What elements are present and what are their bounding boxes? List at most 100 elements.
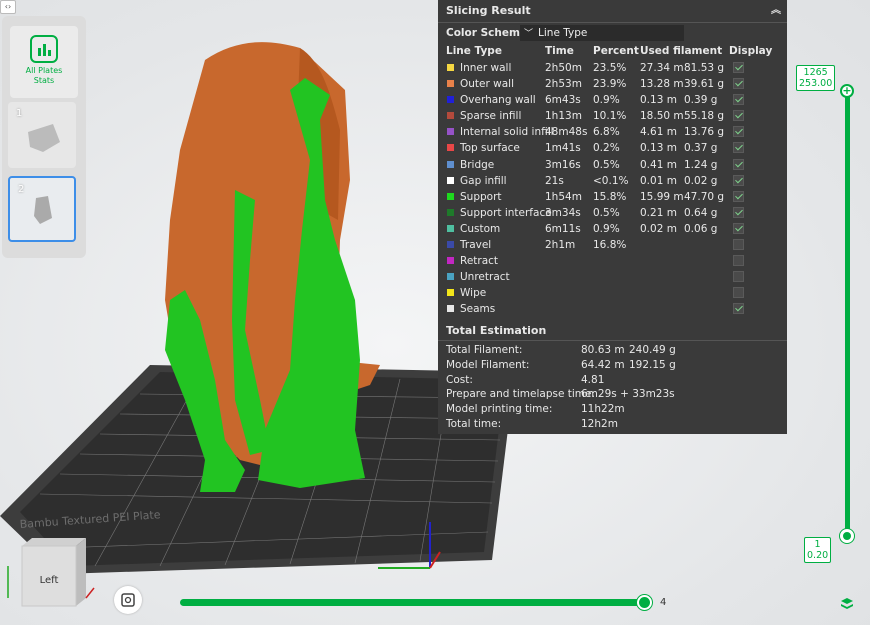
color-scheme-value: Line Type — [538, 27, 588, 39]
line-type-name: Custom — [460, 222, 501, 235]
line-type-grams: 0.37 g — [684, 142, 718, 155]
line-type-name: Travel — [460, 239, 492, 252]
header-time: Time — [545, 45, 574, 57]
display-checkbox[interactable] — [733, 174, 744, 186]
line-type-swatch — [447, 257, 454, 265]
table-row: Retract — [438, 253, 787, 269]
line-type-length: 0.02 m — [640, 222, 677, 235]
line-type-name: Outer wall — [460, 78, 515, 91]
line-type-grams: 0.06 g — [684, 222, 718, 235]
line-type-percent: 0.2% — [593, 142, 620, 155]
top-layer-height: 253.00 — [799, 78, 833, 89]
slicing-result-panel: Slicing Result ︽ Color Scheme ﹀ Line Type… — [438, 0, 787, 434]
display-checkbox[interactable] — [733, 239, 744, 251]
line-type-name: Wipe — [460, 287, 487, 300]
line-type-name: Overhang wall — [460, 94, 536, 107]
display-checkbox[interactable] — [733, 206, 744, 218]
plate-thumb-model — [34, 196, 52, 224]
estimation-key: Total time: — [446, 417, 502, 430]
table-row: Overhang wall 6m43s 0.9% 0.13 m 0.39 g — [438, 92, 787, 108]
line-type-swatch — [447, 128, 454, 136]
line-type-length: 27.34 m — [640, 62, 684, 74]
camera-view-button[interactable] — [114, 586, 142, 614]
line-type-percent: 15.8% — [593, 190, 627, 203]
line-type-name: Sparse infill — [460, 110, 522, 123]
display-checkbox[interactable] — [733, 255, 744, 267]
estimation-row: Total time: 12h2m — [446, 417, 781, 432]
estimation-value: 80.63 m — [581, 344, 625, 356]
collapse-panel-icon[interactable]: ︽ — [771, 0, 781, 22]
display-checkbox[interactable] — [733, 271, 744, 283]
display-checkbox[interactable] — [733, 126, 744, 138]
line-type-table: Inner wall 2h50m 23.5% 27.34 m 81.53 g Outer … — [438, 60, 787, 318]
move-slider-handle[interactable] — [637, 595, 652, 610]
stats-label-1: All Plates — [25, 66, 63, 75]
camera-focus-icon — [121, 593, 135, 607]
layer-slider-track[interactable] — [845, 88, 850, 536]
estimation-list: Total Filament: 80.63 m 240.49 g Model Fila… — [446, 343, 781, 432]
line-type-swatch — [447, 64, 454, 71]
table-row: Unretract — [438, 269, 787, 285]
line-type-length: 0.13 m — [640, 94, 677, 107]
display-checkbox[interactable] — [733, 158, 744, 170]
plate-thumbnail-2[interactable]: 2 — [8, 176, 76, 242]
line-type-length: 18.50 m — [640, 110, 684, 123]
line-type-name: Retract — [460, 255, 499, 268]
display-checkbox[interactable] — [733, 303, 744, 315]
color-scheme-dropdown[interactable]: ﹀ Line Type — [520, 25, 684, 41]
line-type-name: Top surface — [460, 142, 520, 155]
line-type-grams: 47.70 g — [684, 190, 725, 203]
display-checkbox[interactable] — [733, 222, 744, 234]
plate-thumbnail-1[interactable]: 1 — [8, 102, 76, 168]
line-type-length: 0.01 m — [640, 174, 677, 187]
line-type-swatch — [447, 289, 454, 297]
table-row: Sparse infill 1h13m 10.1% 18.50 m 55.18 g — [438, 108, 787, 124]
line-type-percent: 6.8% — [593, 126, 620, 139]
move-slider-track[interactable] — [180, 599, 646, 606]
line-type-grams: 39.61 g — [684, 78, 725, 91]
table-row: Gap infill 21s <0.1% 0.01 m 0.02 g — [438, 173, 787, 189]
display-checkbox[interactable] — [733, 110, 744, 122]
table-row: Inner wall 2h50m 23.5% 27.34 m 81.53 g — [438, 60, 787, 76]
estimation-value-2: 192.15 g — [629, 358, 676, 371]
plate-thumb-model — [28, 124, 60, 152]
line-type-time: 6m43s — [545, 94, 581, 107]
bottom-layer-label: 1 0.20 — [804, 537, 832, 563]
line-type-swatch — [447, 80, 454, 88]
collapse-sidebar-button[interactable]: ‹› — [0, 0, 16, 14]
line-type-swatch — [447, 208, 454, 216]
display-checkbox[interactable] — [733, 62, 744, 73]
line-type-name: Bridge — [460, 158, 495, 171]
display-checkbox[interactable] — [733, 142, 744, 154]
estimation-key: Cost: — [446, 373, 473, 386]
line-type-time: 6m11s — [545, 222, 581, 235]
color-scheme-label: Color Scheme — [446, 27, 528, 39]
line-type-grams: 0.39 g — [684, 94, 718, 107]
display-checkbox[interactable] — [733, 94, 744, 106]
line-type-swatch — [447, 160, 454, 168]
bottom-layer-height: 0.20 — [807, 550, 829, 561]
line-type-name: Inner wall — [460, 62, 512, 74]
table-row: Custom 6m11s 0.9% 0.02 m 0.06 g — [438, 221, 787, 237]
line-type-swatch — [447, 112, 454, 120]
display-checkbox[interactable] — [733, 78, 744, 90]
estimation-row: Model Filament: 64.42 m 192.15 g — [446, 358, 781, 373]
layer-slider-top-handle[interactable]: + — [840, 84, 854, 98]
line-type-length: 0.13 m — [640, 142, 677, 155]
estimation-value: 11h22m — [581, 403, 625, 416]
display-checkbox[interactable] — [733, 287, 744, 299]
table-row: Wipe — [438, 285, 787, 301]
line-type-swatch — [447, 96, 454, 104]
display-checkbox[interactable] — [733, 190, 744, 202]
line-type-percent: 0.9% — [593, 222, 620, 235]
nav-cube-face-label: Left — [40, 575, 59, 586]
layer-slider-bottom-handle[interactable] — [840, 529, 854, 543]
line-type-time: 21s — [545, 174, 564, 187]
layers-icon[interactable] — [840, 597, 854, 611]
line-type-swatch — [447, 241, 454, 249]
navigation-cube[interactable]: Left — [6, 536, 96, 624]
line-type-length: 13.28 m — [640, 78, 684, 91]
line-type-time: 3m16s — [545, 158, 581, 171]
all-plates-stats-button[interactable]: All Plates Stats — [10, 26, 78, 98]
line-type-percent: 23.9% — [593, 78, 627, 91]
